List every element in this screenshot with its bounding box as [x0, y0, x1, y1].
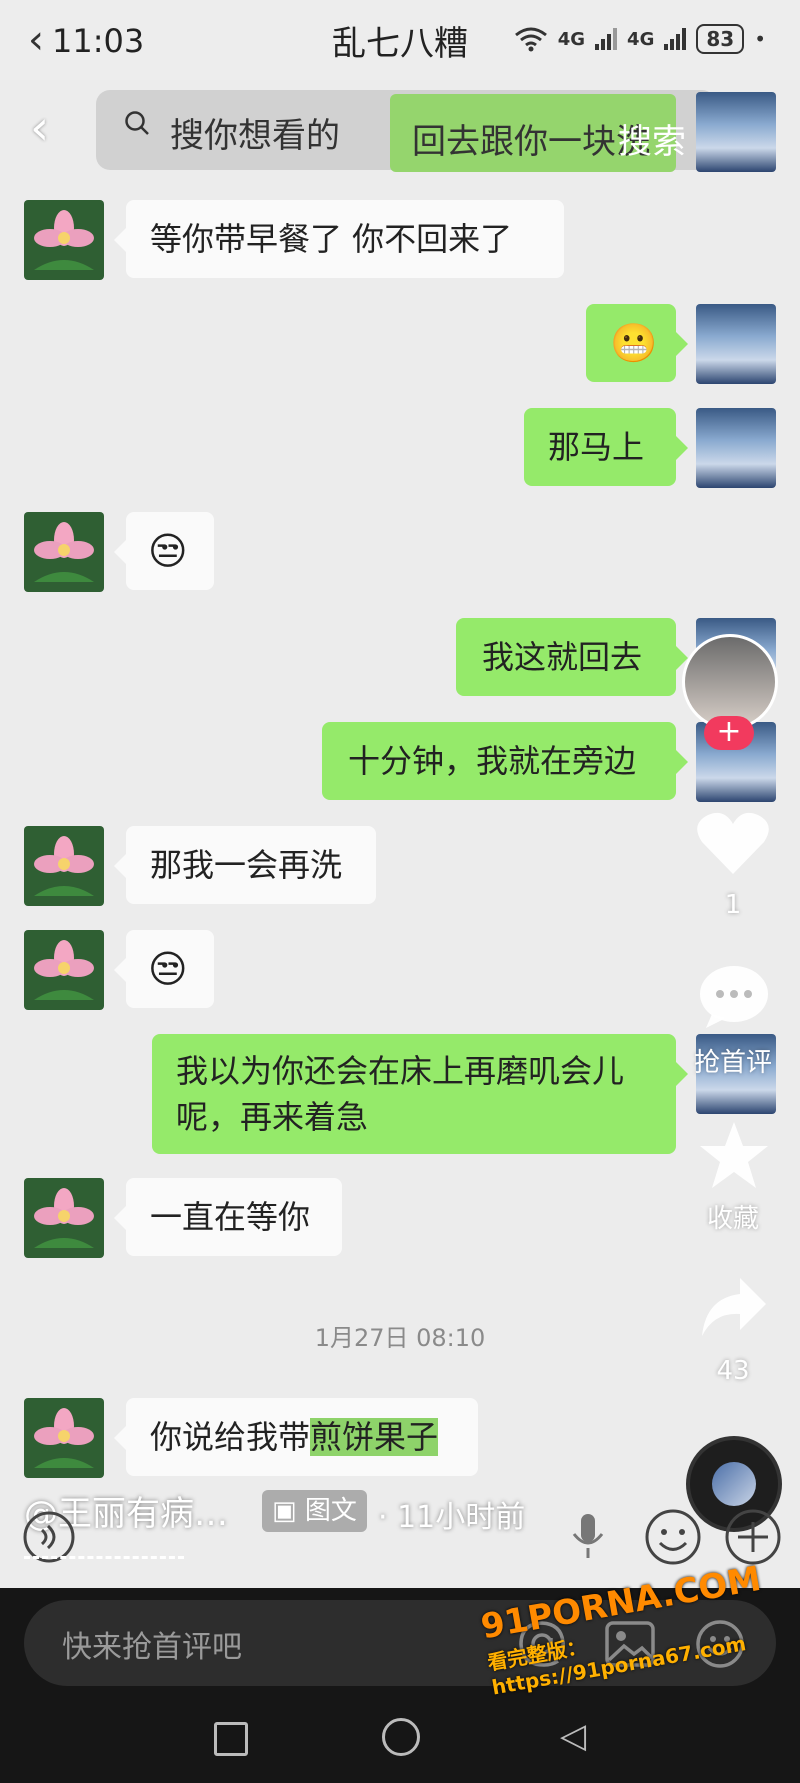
- search-suggestion-text[interactable]: 回去跟你一块洗: [412, 114, 650, 163]
- message-bubble-right[interactable]: 我以为你还会在床上再磨叽会儿 呢，再来着急: [152, 1034, 688, 1154]
- like-count: 1: [724, 890, 742, 920]
- share-arrow-icon[interactable]: [700, 1276, 768, 1338]
- message-text-line-2: 呢，再来着急: [176, 1098, 369, 1136]
- message-text: 一直在等你: [150, 1198, 311, 1236]
- message-bubble-left[interactable]: 😒: [114, 512, 214, 590]
- message-bubble-right[interactable]: 😬: [586, 304, 688, 382]
- comment-icon[interactable]: [698, 964, 770, 1030]
- message-bubble-left[interactable]: 那我一会再洗: [114, 826, 376, 904]
- like-heart-icon[interactable]: [696, 810, 770, 876]
- comment-label[interactable]: 抢首评: [678, 1042, 788, 1079]
- message-bubble-right[interactable]: 我这就回去: [456, 618, 688, 696]
- search-row: ‹ 搜你想看的 回去跟你一块洗 搜索: [0, 86, 800, 176]
- flower-icon: [34, 1408, 94, 1468]
- more-dot-icon: •: [754, 27, 766, 51]
- favorite-label[interactable]: 收藏: [678, 1198, 788, 1235]
- image-text-icon: ▣: [272, 1496, 305, 1526]
- nav-back-icon[interactable]: ◁: [560, 1716, 586, 1756]
- signal-2-label: 4G: [627, 28, 655, 50]
- search-placeholder[interactable]: 搜你想看的: [170, 108, 340, 157]
- message-emoji: 😒: [148, 529, 188, 573]
- follow-plus-icon[interactable]: +: [704, 716, 754, 750]
- message-text: 十分钟，我就在旁边: [348, 742, 637, 780]
- microphone-icon[interactable]: [570, 1512, 606, 1562]
- signal-1-label: 4G: [557, 28, 586, 50]
- battery-icon: 83: [696, 24, 745, 54]
- message-bubble-right[interactable]: 那马上: [524, 408, 688, 486]
- comment-placeholder[interactable]: 快来抢首评吧: [62, 1622, 242, 1666]
- message-bubble-left[interactable]: 你说给我带煎饼果子: [114, 1398, 478, 1476]
- avatar-contact[interactable]: [24, 1178, 104, 1258]
- signal-bars-icon: [595, 28, 618, 50]
- message-text: 等你带早餐了 你不回来了: [150, 220, 513, 258]
- message-timestamp: 1月27日 08:10: [314, 1324, 486, 1352]
- message-emoji: 😒: [148, 947, 188, 991]
- signal-bars-icon-2: [664, 28, 687, 50]
- post-time-ago: · 11小时前: [378, 1500, 526, 1535]
- avatar-contact[interactable]: [24, 1398, 104, 1478]
- post-type-label: 图文: [304, 1496, 357, 1526]
- message-bubble-left[interactable]: 等你带早餐了 你不回来了: [114, 200, 564, 278]
- nav-recents-icon[interactable]: [214, 1722, 248, 1756]
- message-text-line-1: 我以为你还会在床上再磨叽会儿: [176, 1052, 625, 1090]
- post-type-tag: ▣ 图文: [262, 1490, 367, 1532]
- flower-icon: [34, 522, 94, 582]
- status-icons: 4G 4G 83 •: [514, 24, 766, 54]
- message-text-highlight: 煎饼果子: [310, 1418, 439, 1456]
- favorite-star-icon[interactable]: [698, 1120, 770, 1190]
- message-bubble-left[interactable]: 😒: [114, 930, 214, 1008]
- avatar-self[interactable]: [696, 408, 776, 488]
- message-bubble-right[interactable]: 十分钟，我就在旁边: [322, 722, 688, 800]
- avatar-top[interactable]: [696, 92, 776, 172]
- avatar-self[interactable]: [696, 304, 776, 384]
- nav-home-icon[interactable]: [382, 1718, 420, 1756]
- progress-dashes: [24, 1556, 184, 1559]
- avatar-contact[interactable]: [24, 826, 104, 906]
- avatar-contact[interactable]: [24, 200, 104, 280]
- message-text: 那马上: [548, 428, 645, 466]
- message-emoji: 😬: [610, 321, 658, 365]
- message-text: 你说给我带: [150, 1418, 311, 1456]
- flower-icon: [34, 940, 94, 1000]
- flower-icon: [34, 210, 94, 270]
- message-text: 那我一会再洗: [150, 846, 343, 884]
- flower-icon: [34, 1188, 94, 1248]
- search-button[interactable]: 搜索: [618, 114, 686, 163]
- flower-icon: [34, 836, 94, 896]
- message-bubble-left[interactable]: 一直在等你: [114, 1178, 342, 1256]
- wifi-icon: [514, 27, 547, 52]
- search-icon: [125, 111, 149, 135]
- avatar-contact[interactable]: [24, 930, 104, 1010]
- avatar-contact[interactable]: [24, 512, 104, 592]
- share-count: 43: [716, 1356, 750, 1386]
- back-arrow-icon[interactable]: ‹: [30, 104, 49, 152]
- emoji-icon[interactable]: [644, 1508, 702, 1566]
- message-text: 我这就回去: [482, 638, 643, 676]
